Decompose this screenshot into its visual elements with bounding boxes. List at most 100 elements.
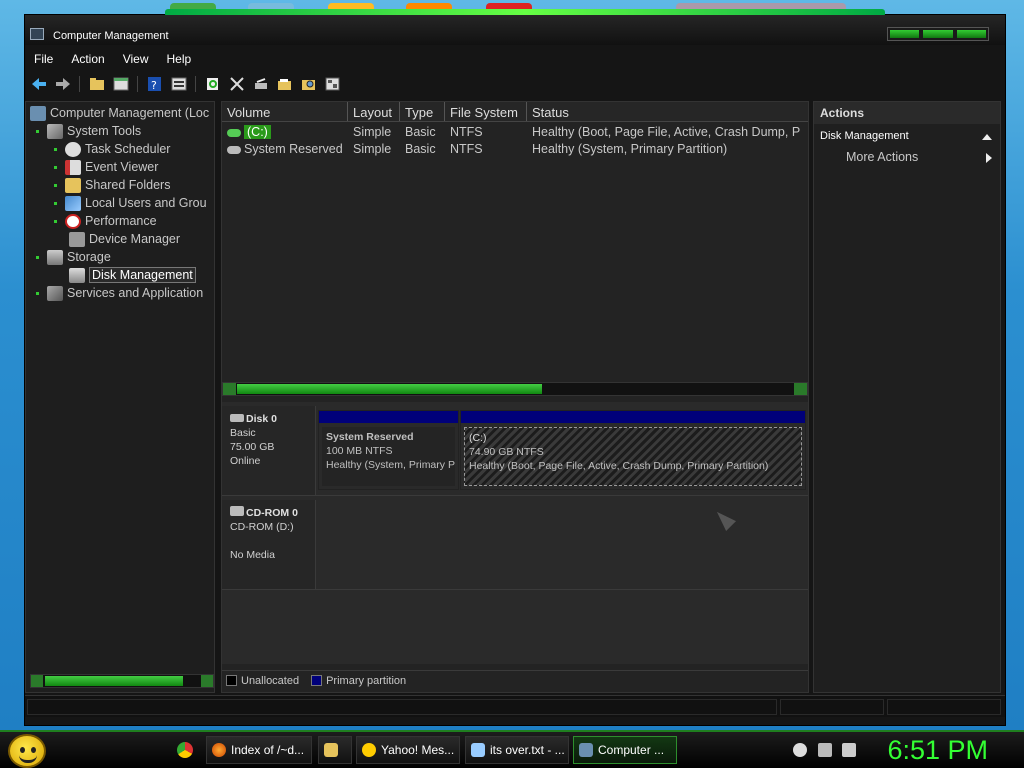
partition-bar	[319, 411, 458, 423]
cdrom-0-label[interactable]: CD-ROM 0 CD-ROM (D:) No Media	[222, 500, 316, 589]
expand-bullet[interactable]	[36, 291, 39, 295]
partition-title: (C:)	[469, 432, 487, 444]
scroll-right-button[interactable]	[201, 675, 213, 687]
tree-item-task-scheduler[interactable]: Task Scheduler	[54, 140, 170, 158]
scroll-left-button[interactable]	[223, 383, 236, 395]
table-row[interactable]: (C:) Simple Basic NTFS Healthy (Boot, Pa…	[222, 124, 808, 141]
table-row[interactable]: System Reserved Simple Basic NTFS Health…	[222, 141, 808, 158]
expand-bullet[interactable]	[54, 219, 57, 223]
tree-item-root[interactable]: Computer Management (Loc	[30, 104, 209, 122]
menu-action[interactable]: Action	[62, 49, 113, 69]
maximize-button[interactable]	[923, 30, 953, 38]
properties-icon[interactable]	[169, 75, 188, 93]
disk-name: Disk 0	[246, 413, 277, 425]
chrome-icon[interactable]	[177, 742, 193, 758]
help-icon[interactable]: ?	[145, 75, 164, 93]
taskbar-item-folder[interactable]	[318, 736, 352, 764]
tree-item-performance[interactable]: Performance	[54, 212, 157, 230]
scroll-thumb[interactable]	[237, 384, 542, 394]
start-button[interactable]	[8, 734, 46, 768]
services-icon	[47, 285, 63, 301]
computer-icon	[30, 105, 46, 121]
export-icon[interactable]	[323, 75, 342, 93]
actions-header: Actions	[814, 102, 1000, 124]
taskbar-item-yahoo[interactable]: Yahoo! Mes...	[356, 736, 460, 764]
column-status[interactable]: Status	[527, 102, 808, 121]
partition-size: 74.90 GB NTFS	[469, 446, 544, 458]
minimize-button[interactable]	[890, 30, 920, 38]
tree-label: Shared Folders	[85, 178, 171, 192]
taskbar-clock[interactable]: 6:51 PM	[887, 735, 988, 766]
column-file-system[interactable]: File System	[445, 102, 527, 121]
volume-icon	[227, 145, 241, 154]
volume-type: Basic	[405, 142, 436, 156]
back-arrow-icon[interactable]	[29, 75, 48, 93]
window-title: Computer Management	[53, 30, 169, 42]
close-button[interactable]	[956, 30, 986, 38]
expand-bullet[interactable]	[54, 165, 57, 169]
taskbar-item-label: Computer ...	[598, 743, 665, 757]
volume-name: (C:)	[244, 125, 271, 139]
firefox-icon	[212, 743, 226, 757]
up-folder-icon[interactable]	[87, 75, 106, 93]
column-layout[interactable]: Layout	[348, 102, 400, 121]
smiley-eye	[31, 747, 36, 753]
menu-help[interactable]: Help	[158, 49, 201, 69]
column-volume[interactable]: Volume	[222, 102, 348, 121]
forward-arrow-icon[interactable]	[53, 75, 72, 93]
unallocated-swatch	[226, 675, 237, 686]
titlebar[interactable]: Computer Management	[25, 15, 1005, 45]
show-hide-tree-icon[interactable]	[111, 75, 130, 93]
collapse-up-icon[interactable]	[982, 134, 992, 140]
tree-item-disk-management[interactable]: Disk Management	[69, 266, 196, 284]
tree-item-device-manager[interactable]: Device Manager	[69, 230, 180, 248]
taskbar-item-computer-management[interactable]: Computer ...	[573, 736, 677, 764]
menu-view[interactable]: View	[114, 49, 158, 69]
tree-item-shared-folders[interactable]: Shared Folders	[54, 176, 170, 194]
event-viewer-icon	[65, 159, 81, 175]
partition-c[interactable]: (C:) 74.90 GB NTFS Healthy (Boot, Page F…	[460, 410, 806, 490]
taskbar-item-firefox[interactable]: Index of /~d...	[206, 736, 312, 764]
search-icon[interactable]	[299, 75, 318, 93]
tree-item-services[interactable]: Services and Application	[36, 284, 203, 302]
actions-section-disk-management[interactable]: Disk Management	[814, 124, 1000, 146]
scroll-left-button[interactable]	[31, 675, 43, 687]
volume-layout: Simple	[353, 125, 392, 139]
menubar: File Action View Help	[25, 49, 1005, 69]
expand-bullet[interactable]	[54, 147, 57, 151]
more-actions[interactable]: More Actions	[814, 146, 1000, 168]
actions-section-label: Disk Management	[820, 130, 909, 142]
delete-icon[interactable]	[227, 75, 246, 93]
storage-icon	[47, 249, 63, 265]
tree-item-storage[interactable]: Storage	[36, 248, 111, 266]
tree-item-system-tools[interactable]: System Tools	[36, 122, 141, 140]
scroll-thumb[interactable]	[45, 676, 183, 686]
refresh-icon[interactable]	[203, 75, 222, 93]
column-type[interactable]: Type	[400, 102, 445, 121]
network-icon[interactable]	[818, 743, 832, 757]
tree-label: Disk Management	[89, 267, 196, 283]
menu-file[interactable]: File	[25, 49, 62, 69]
tree-item-local-users[interactable]: Local Users and Grou	[54, 194, 207, 212]
taskbar-item-notepad[interactable]: its over.txt - ...	[465, 736, 569, 764]
open-icon[interactable]	[275, 75, 294, 93]
expand-bullet[interactable]	[36, 129, 39, 133]
tree-item-event-viewer[interactable]: Event Viewer	[54, 158, 158, 176]
partition-system-reserved[interactable]: System Reserved 100 MB NTFS Healthy (Sys…	[318, 410, 459, 490]
disk-0-label[interactable]: Disk 0 Basic 75.00 GB Online	[222, 406, 316, 495]
toolbar-separator	[137, 76, 138, 92]
volume-icon[interactable]	[842, 743, 856, 757]
expand-bullet[interactable]	[36, 255, 39, 259]
taskbar-item-label: Index of /~d...	[231, 743, 305, 757]
volume-list-pane: Volume Layout Type File System Status (C…	[221, 101, 809, 693]
expand-bullet[interactable]	[54, 183, 57, 187]
disk-size: 75.00 GB	[230, 441, 275, 453]
tray-status-icon[interactable]	[793, 743, 807, 757]
volume-list-scrollbar[interactable]	[222, 382, 808, 396]
status-section	[27, 699, 777, 715]
expand-bullet[interactable]	[54, 201, 57, 205]
rescan-icon[interactable]	[251, 75, 270, 93]
tree-horizontal-scrollbar[interactable]	[30, 674, 214, 688]
scroll-right-button[interactable]	[794, 383, 807, 395]
volume-layout: Simple	[353, 142, 392, 156]
